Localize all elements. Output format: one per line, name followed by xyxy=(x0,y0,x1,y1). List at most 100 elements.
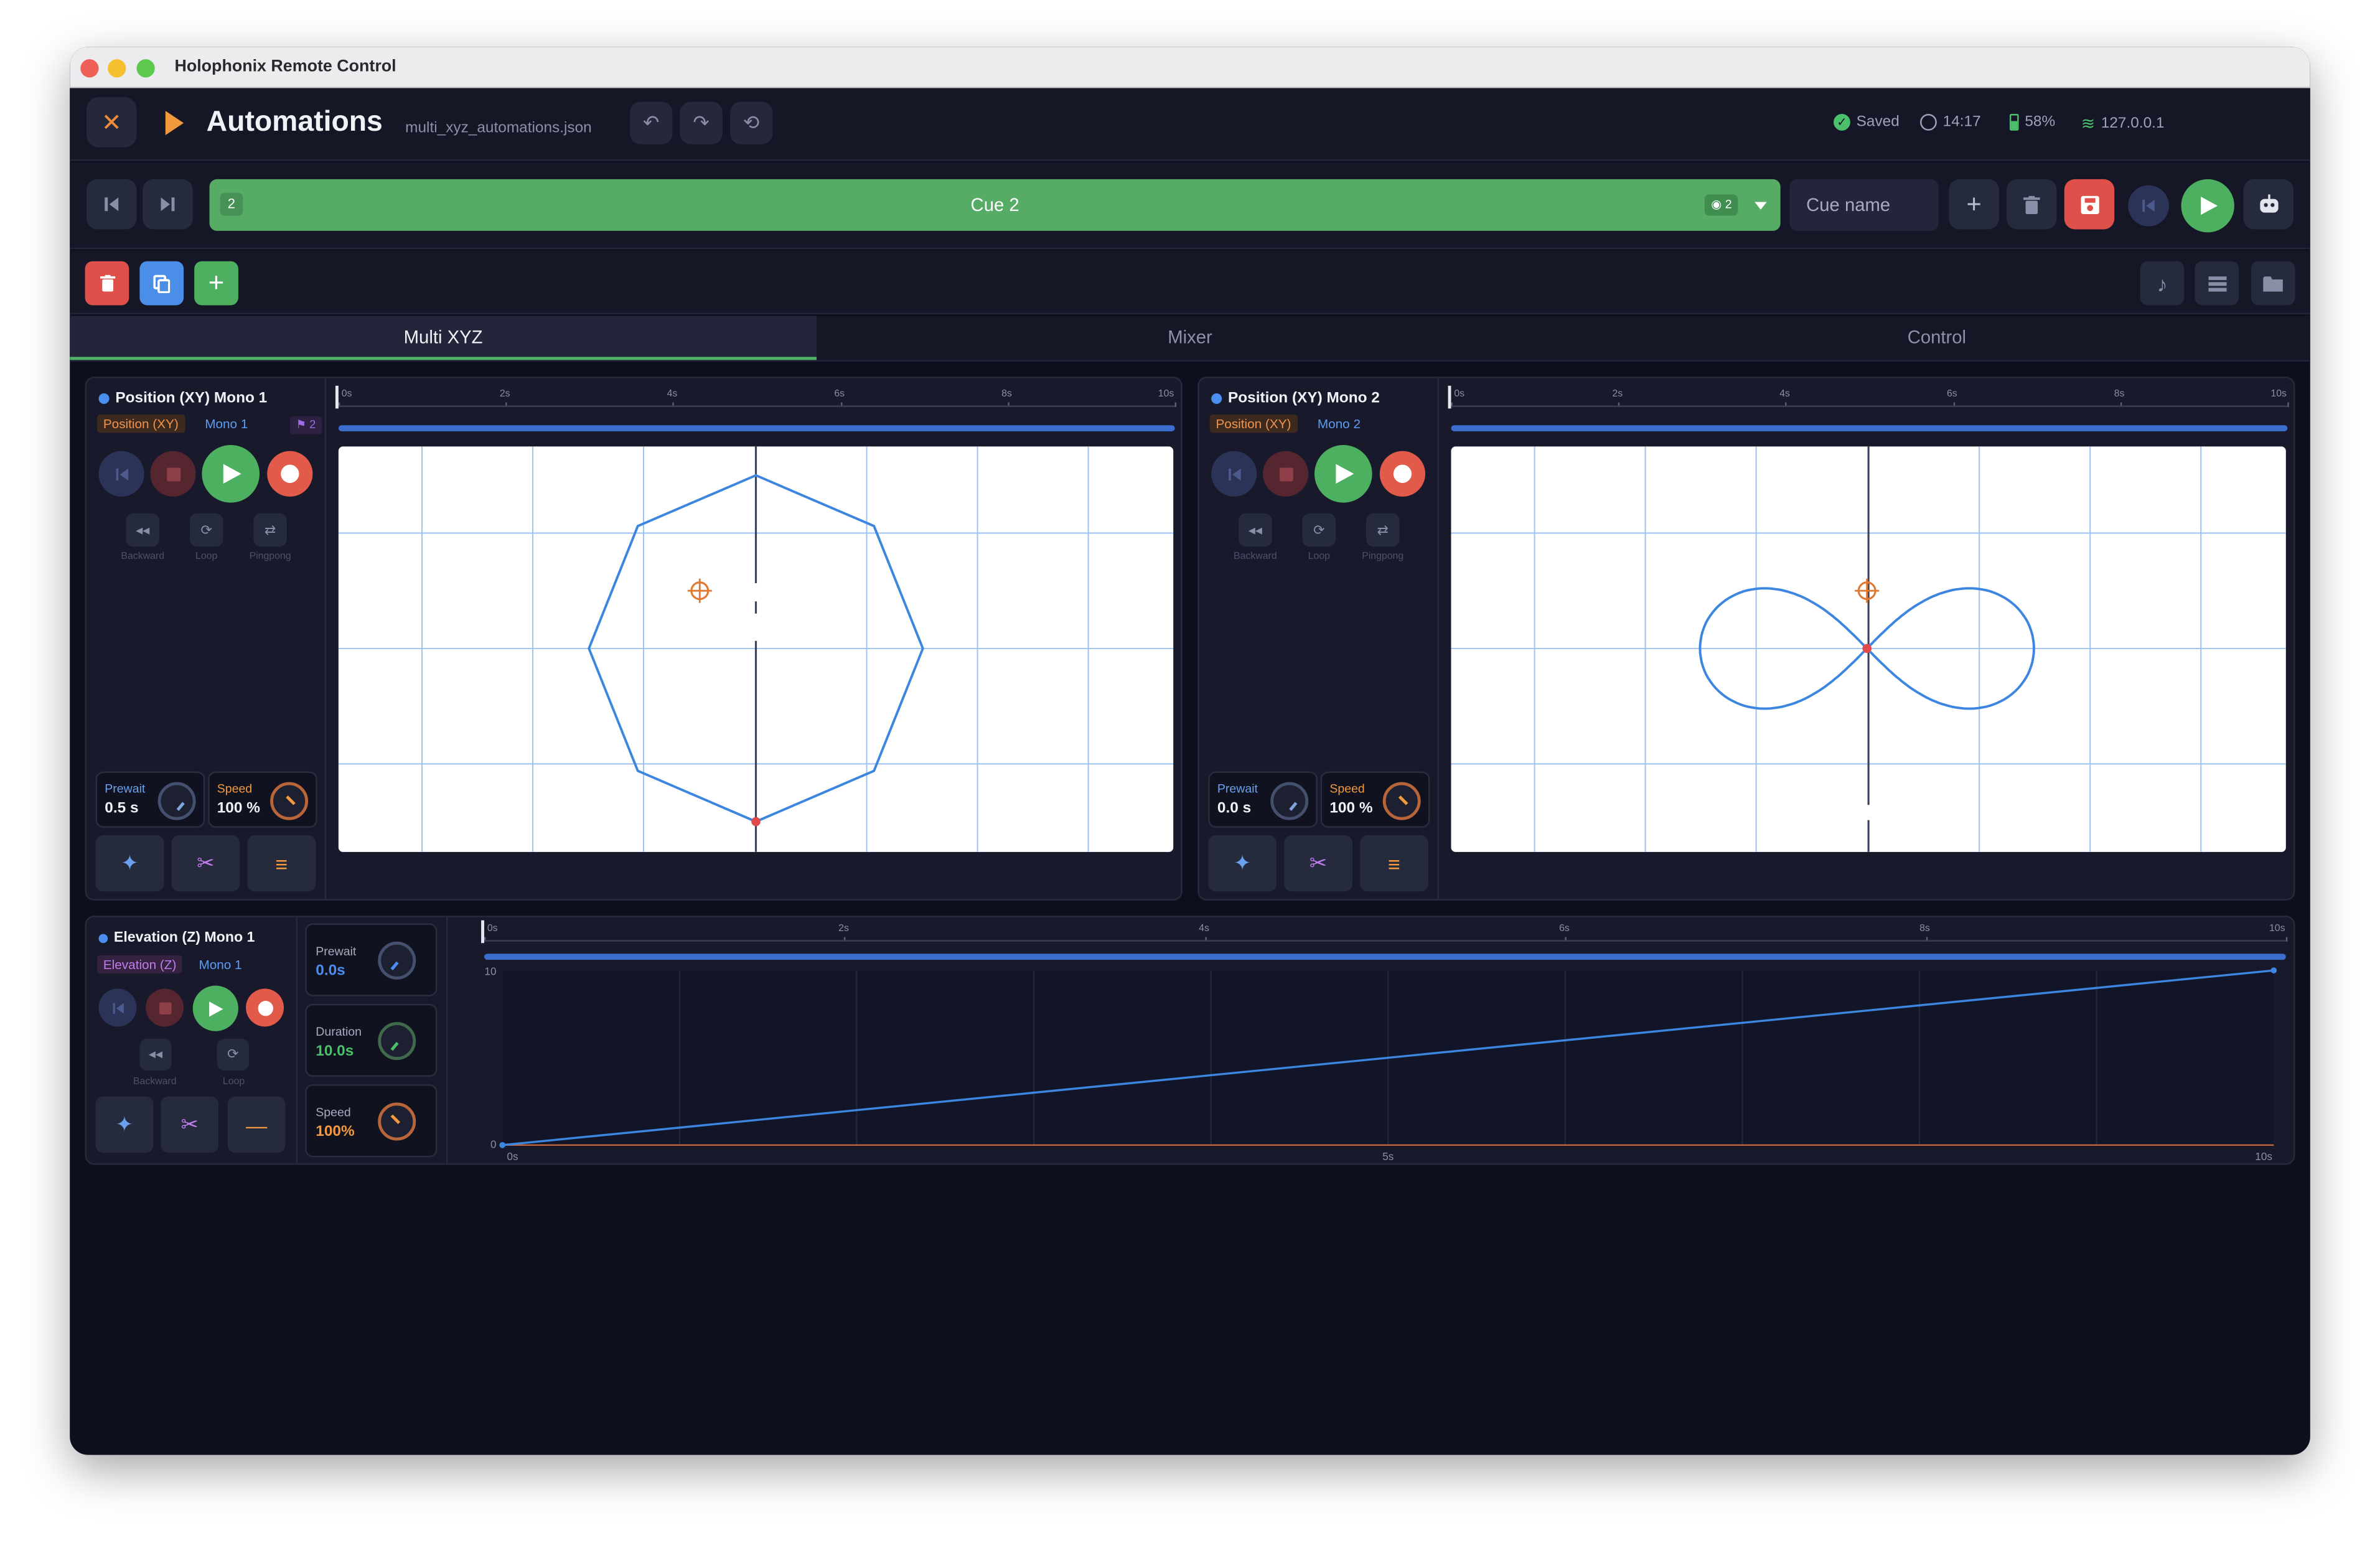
magic-wand-icon: ✦ xyxy=(115,1112,134,1136)
save-cue-button[interactable] xyxy=(2064,179,2115,230)
close-icon[interactable]: ✕ xyxy=(87,97,137,148)
record-button[interactable] xyxy=(1379,451,1426,497)
speed-knob[interactable] xyxy=(378,1102,416,1141)
play-button[interactable] xyxy=(192,985,238,1031)
ruler-tick-label: 8s xyxy=(1001,388,1012,400)
robot-button[interactable] xyxy=(2243,179,2293,230)
xy-plot[interactable] xyxy=(338,446,1174,852)
backward-button[interactable]: ◂◂ xyxy=(1239,513,1272,547)
play-button[interactable] xyxy=(1314,444,1372,503)
elevation-plot-canvas[interactable]: 10 0 0s 5s 10s xyxy=(463,962,2290,1163)
speed-control[interactable]: Speed 100% xyxy=(305,1084,438,1158)
record-button[interactable] xyxy=(267,451,313,497)
axis-gap xyxy=(1865,805,1870,820)
close-window-button[interactable] xyxy=(80,59,99,78)
align-button[interactable]: — xyxy=(227,1096,286,1153)
music-button[interactable]: ♪ xyxy=(2140,261,2185,306)
list-button[interactable] xyxy=(2195,261,2239,306)
align-button[interactable]: ≡ xyxy=(1360,835,1428,892)
duration-knob[interactable] xyxy=(378,1022,416,1061)
undo-icon[interactable]: ↶ xyxy=(630,101,673,144)
xy-plot-canvas[interactable] xyxy=(338,446,1174,852)
prewait-knob[interactable] xyxy=(378,941,416,980)
folder-button[interactable] xyxy=(2251,261,2295,306)
backward-button[interactable]: ◂◂ xyxy=(139,1039,172,1071)
loop-button[interactable]: ⟳ xyxy=(217,1039,249,1071)
delete-automation-button[interactable] xyxy=(85,261,129,306)
tab-mixer[interactable]: Mixer xyxy=(817,316,1563,360)
stop-icon xyxy=(1278,467,1293,481)
rewind-all-button[interactable] xyxy=(2128,185,2170,227)
stop-button[interactable] xyxy=(146,988,184,1027)
rewind-button[interactable] xyxy=(98,451,144,497)
loop-icon: ⟳ xyxy=(227,1046,239,1062)
cue-name-input[interactable] xyxy=(1789,179,1939,231)
ruler-tick-label: 0s xyxy=(487,923,498,934)
backward-button[interactable]: ◂◂ xyxy=(126,513,160,547)
cut-button[interactable]: ✂ xyxy=(1284,835,1352,892)
play-icon xyxy=(222,464,241,484)
prewait-knob[interactable] xyxy=(157,782,196,820)
redo-icon[interactable]: ↷ xyxy=(680,101,723,144)
rewind-button[interactable] xyxy=(98,988,137,1027)
timeline-progress[interactable] xyxy=(338,425,1175,431)
timeline-progress[interactable] xyxy=(484,953,2286,960)
y-tick-label: 0 xyxy=(490,1139,496,1151)
next-cue-button[interactable] xyxy=(143,179,193,230)
play-all-button[interactable] xyxy=(2181,179,2234,233)
speed-knob[interactable] xyxy=(1382,782,1421,820)
cut-button[interactable]: ✂ xyxy=(171,835,240,892)
marker-badge: ⚑ 2 xyxy=(289,416,322,434)
speed-control[interactable]: Speed 100 % xyxy=(208,771,317,828)
magic-wand-button[interactable]: ✦ xyxy=(95,835,164,892)
pingpong-label: Pingpong xyxy=(1362,551,1404,562)
duration-control[interactable]: Duration 10.0s xyxy=(305,1003,438,1077)
magic-wand-button[interactable]: ✦ xyxy=(1208,835,1277,892)
tab-multi-xyz[interactable]: Multi XYZ xyxy=(70,316,817,360)
pingpong-button[interactable]: ⇄ xyxy=(1366,513,1400,547)
tab-control[interactable]: Control xyxy=(1563,316,2310,360)
chevron-down-icon[interactable] xyxy=(1755,202,1767,210)
cue-selector[interactable]: 2 Cue 2 ◉ 2 xyxy=(209,179,1781,231)
cut-button[interactable]: ✂ xyxy=(161,1096,219,1153)
target-icon: ◉ xyxy=(1711,197,1722,212)
timeline-ruler[interactable]: 0s 2s 4s 6s 8s 10s xyxy=(1448,385,2289,409)
duplicate-automation-button[interactable] xyxy=(139,261,184,306)
zoom-window-button[interactable] xyxy=(136,59,155,78)
playhead-marker[interactable] xyxy=(481,920,487,944)
record-button[interactable] xyxy=(246,988,284,1027)
prewait-control[interactable]: Prewait 0.5 s xyxy=(95,771,205,828)
elevation-plot[interactable]: 10 0 0s 5s 10s xyxy=(463,962,2290,1163)
history-icon[interactable]: ⟲ xyxy=(730,101,773,144)
align-button[interactable]: ≡ xyxy=(247,835,316,892)
play-button[interactable] xyxy=(202,444,260,503)
pingpong-button[interactable]: ⇄ xyxy=(253,513,287,547)
playhead-marker[interactable] xyxy=(335,385,342,409)
previous-cue-button[interactable] xyxy=(87,179,137,230)
rewind-button[interactable] xyxy=(1211,451,1257,497)
delete-cue-button[interactable] xyxy=(2007,179,2057,230)
magic-wand-button[interactable]: ✦ xyxy=(95,1096,154,1153)
prewait-knob[interactable] xyxy=(1270,782,1309,820)
ruler-tick-label: 10s xyxy=(2270,388,2287,400)
timeline-ruler[interactable]: 0s 2s 4s 6s 8s 10s xyxy=(335,385,1177,409)
speed-knob[interactable] xyxy=(270,782,309,820)
stop-button[interactable] xyxy=(1263,451,1309,497)
add-cue-button[interactable]: + xyxy=(1949,179,1999,230)
app-window: Holophonix Remote Control ✕ Automations … xyxy=(70,47,2310,1455)
timeline-ruler[interactable]: 0s 2s 4s 6s 8s 10s xyxy=(481,920,2288,944)
prewait-control[interactable]: Prewait 0.0s xyxy=(305,923,438,996)
xy-plot[interactable] xyxy=(1451,446,2286,852)
prewait-control[interactable]: Prewait 0.0 s xyxy=(1208,771,1318,828)
add-automation-button[interactable]: + xyxy=(194,261,238,306)
playhead-marker[interactable] xyxy=(1448,385,1455,409)
type-tag: Position (XY) xyxy=(1209,415,1298,433)
stop-button[interactable] xyxy=(150,451,196,497)
loop-button[interactable]: ⟳ xyxy=(1302,513,1336,547)
timeline-progress[interactable] xyxy=(1451,425,2288,431)
speed-control[interactable]: Speed 100 % xyxy=(1320,771,1430,828)
xy-plot-canvas[interactable] xyxy=(1451,446,2286,852)
loop-button[interactable]: ⟳ xyxy=(189,513,223,547)
minimize-window-button[interactable] xyxy=(108,59,126,78)
stop-icon xyxy=(166,467,180,481)
